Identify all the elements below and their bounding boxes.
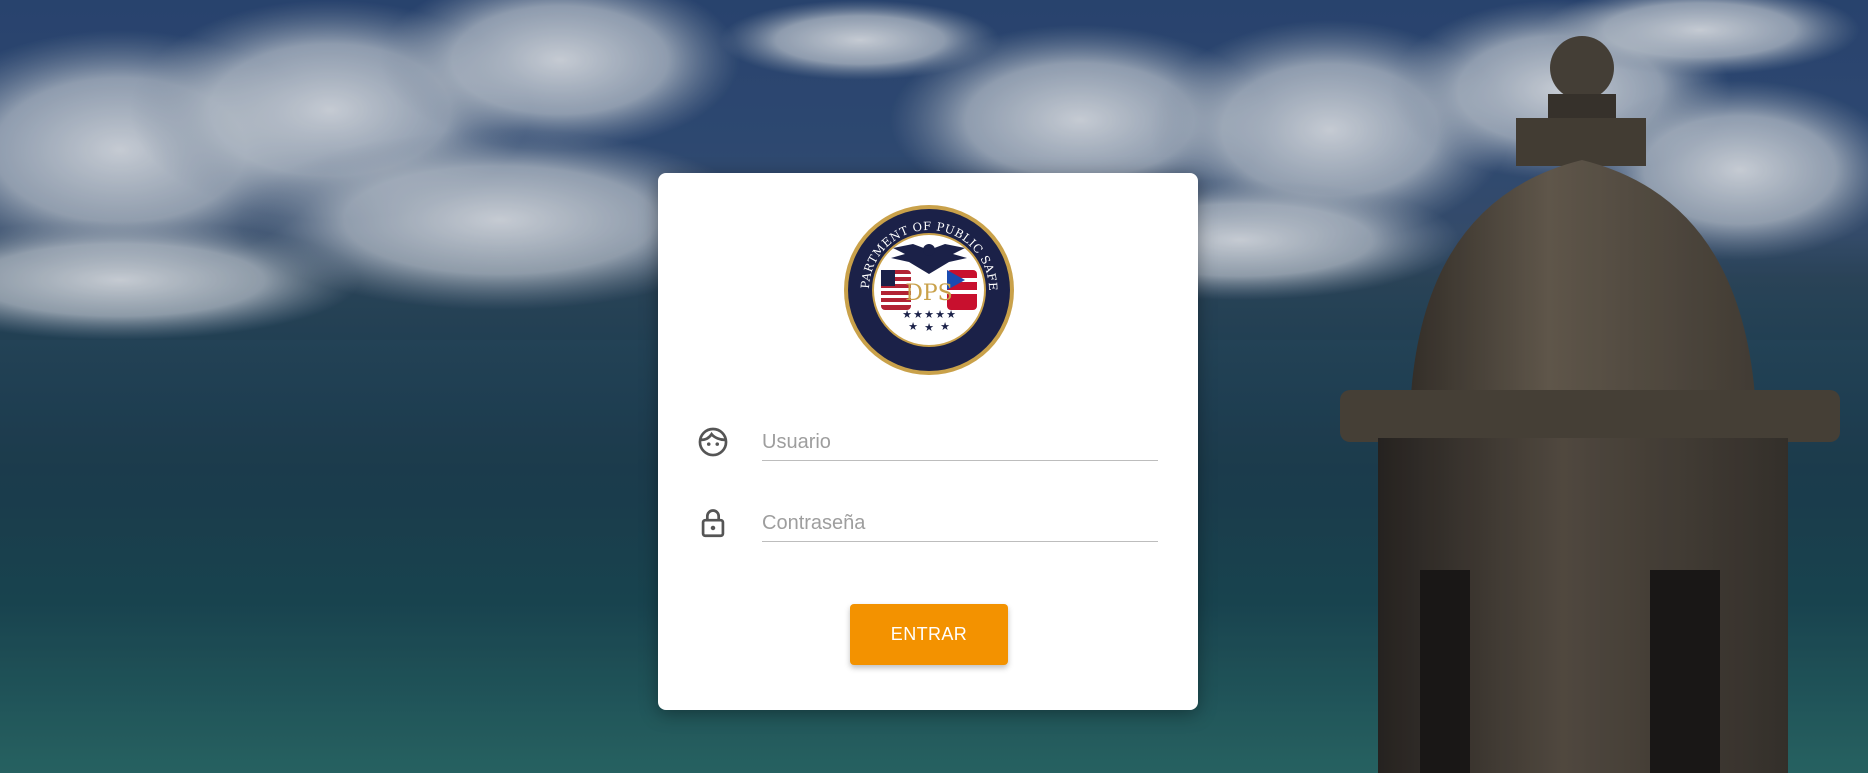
login-card: DEPARTMENT OF PUBLIC SAFETY PUERTO RICO … [658, 173, 1198, 710]
svg-text:★: ★ [924, 321, 934, 334]
lock-icon [701, 509, 725, 538]
login-button[interactable]: ENTRAR [850, 604, 1008, 665]
password-input[interactable] [762, 494, 1158, 542]
dps-seal-logo: DEPARTMENT OF PUBLIC SAFETY PUERTO RICO … [843, 204, 1014, 375]
svg-text:★: ★ [908, 320, 918, 333]
username-row [696, 413, 1158, 465]
seal-initials: DPS [905, 281, 953, 306]
username-input[interactable] [762, 413, 1158, 461]
password-row [696, 494, 1158, 546]
svg-text:★: ★ [924, 308, 934, 321]
svg-text:★: ★ [940, 320, 950, 333]
face-icon [698, 427, 728, 457]
